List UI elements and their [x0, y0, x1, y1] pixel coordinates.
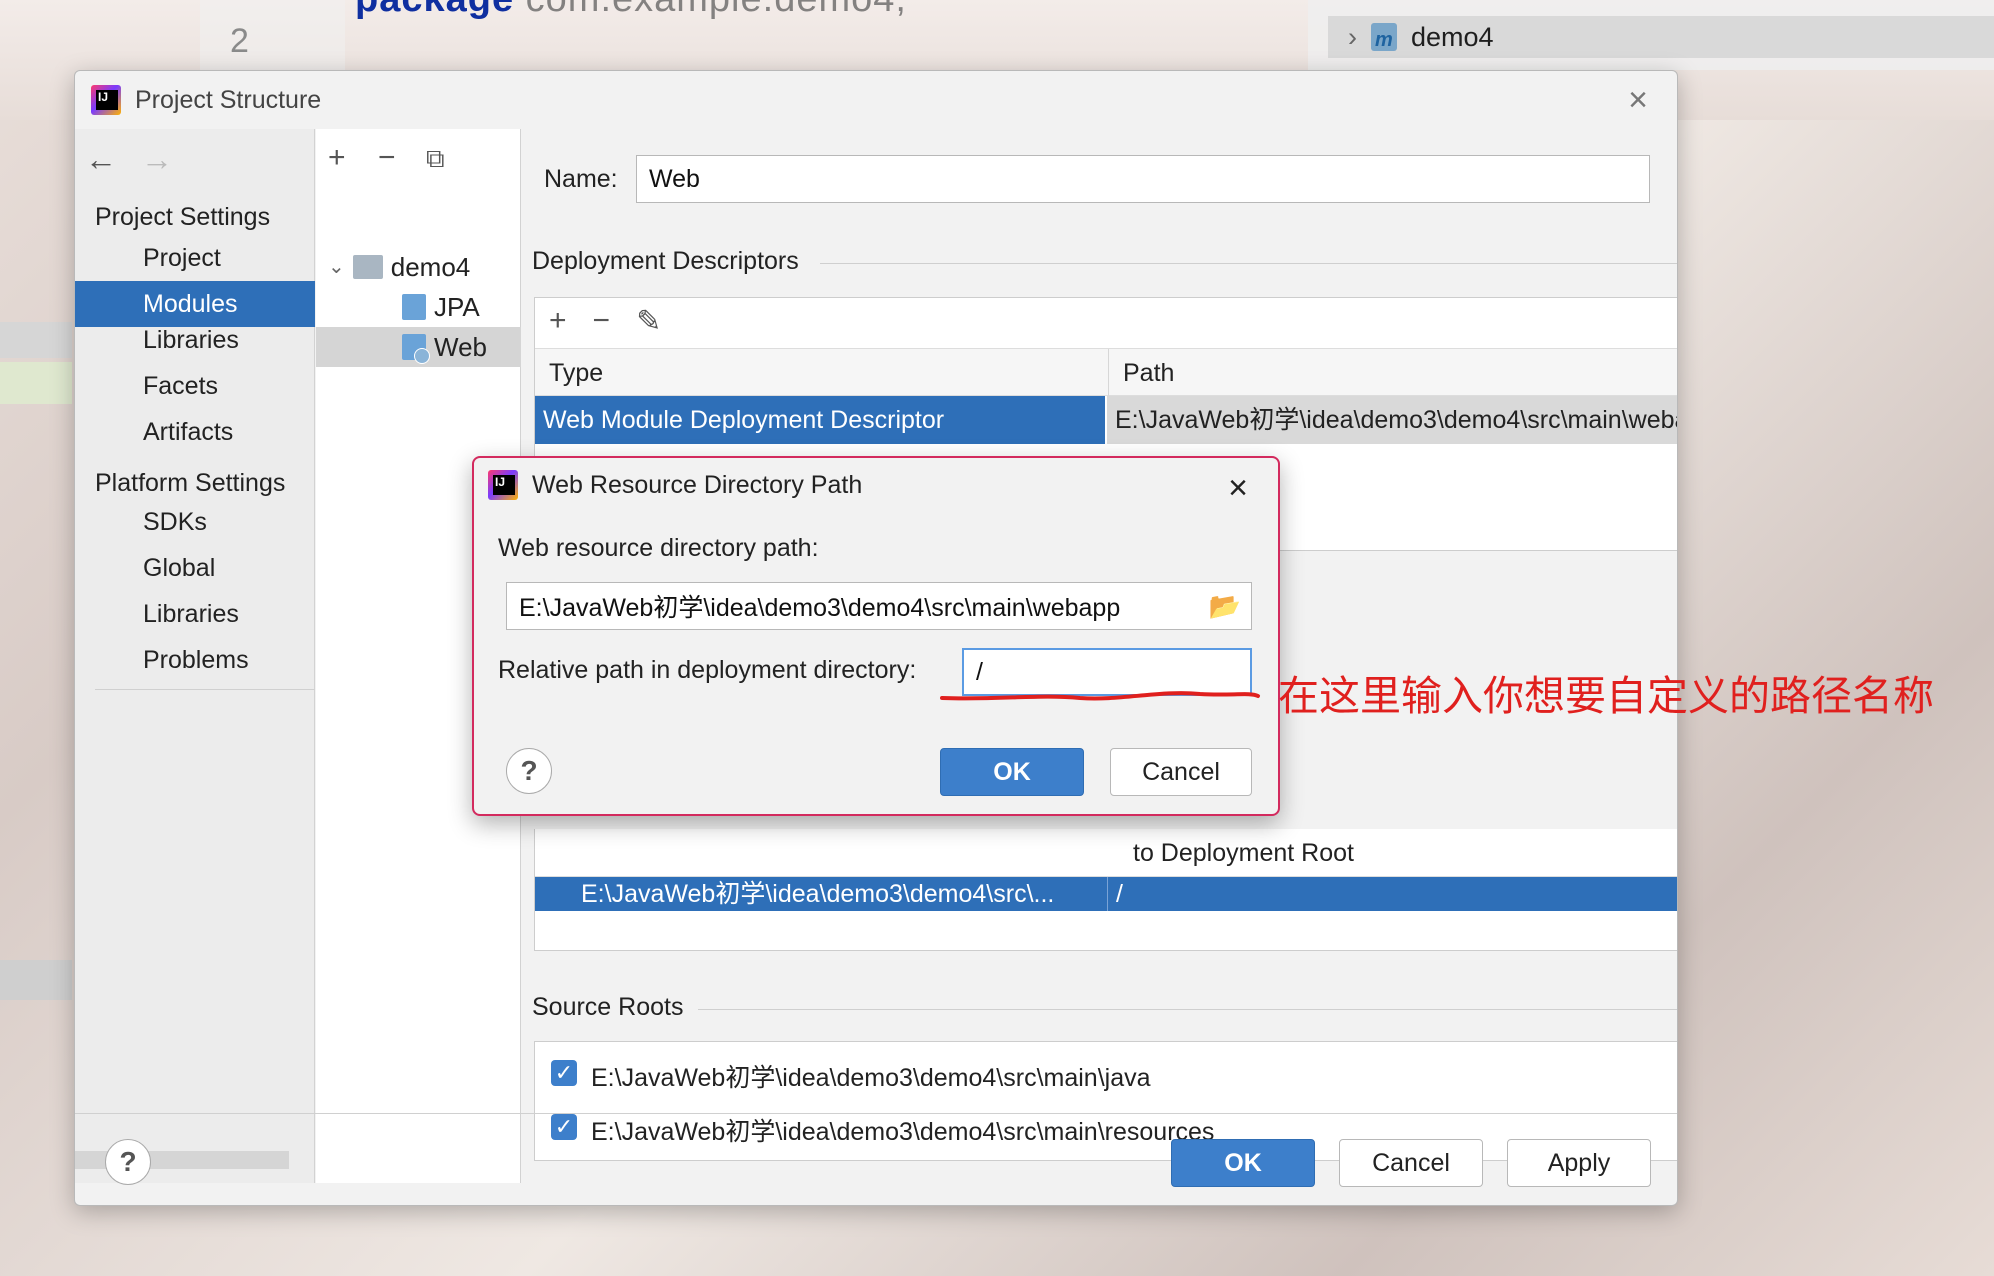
annotation-underline — [940, 691, 1260, 701]
annotation-text: 在这里输入你想要自定义的路径名称 — [1278, 672, 1934, 720]
